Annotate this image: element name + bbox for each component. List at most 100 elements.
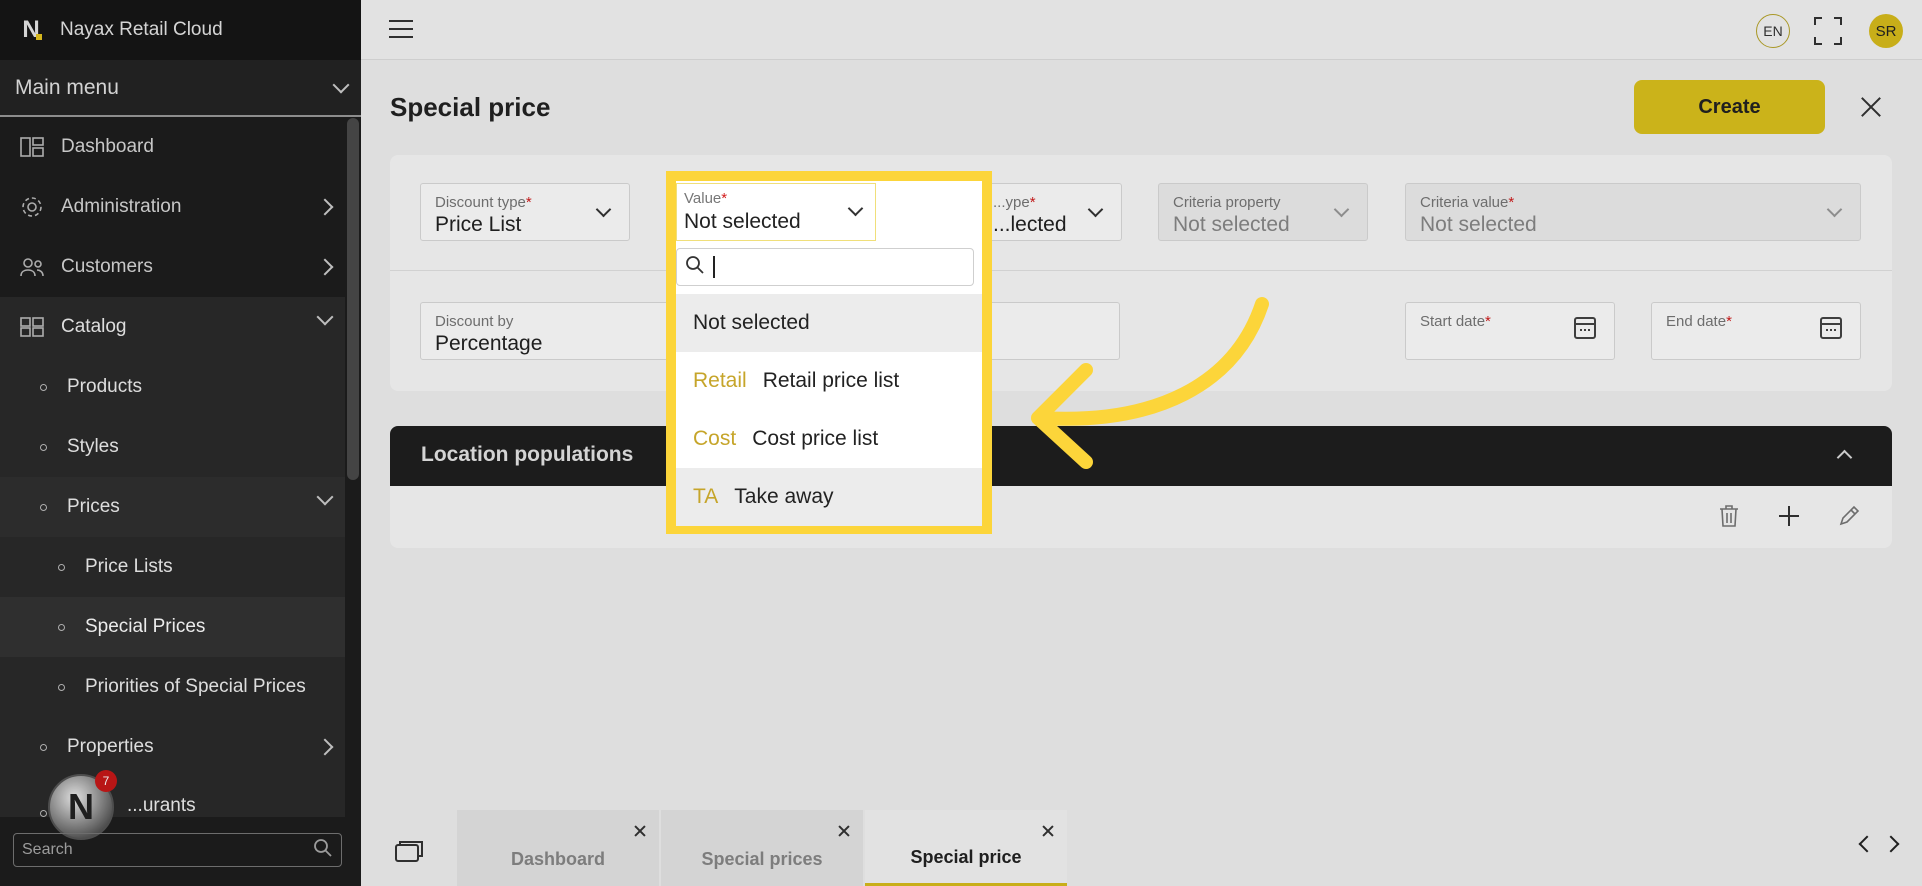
sidebar-item-prices[interactable]: Prices [0,477,345,537]
required-mark: * [1508,194,1515,211]
close-tab-icon[interactable] [1041,824,1055,838]
dropdown-option-not-selected[interactable]: Not selected [676,294,982,352]
tab-label: Special price [910,847,1022,867]
brand: N Nayax Retail Cloud [0,0,361,60]
required-mark: * [1485,313,1491,330]
field-label: Discount type [435,194,526,211]
sidebar-item-price-lists[interactable]: Price Lists [0,537,345,597]
text-caret [713,256,715,278]
dropdown-option-cost[interactable]: Cost Cost price list [676,410,982,468]
tab-label: Special prices [701,848,823,869]
option-code: Cost [693,427,737,450]
add-icon[interactable] [1776,503,1802,529]
sidebar-item-label: Products [67,376,142,397]
tabs-overview-icon[interactable] [395,840,423,862]
search-icon [313,838,333,863]
bullet-icon [40,810,47,817]
sidebar-item-catalog[interactable]: Catalog [0,297,345,357]
dropdown-options: Not selected Retail Retail price list Co… [676,294,982,526]
required-mark: * [1029,194,1036,211]
option-code: TA [693,485,719,508]
sidebar-item-label: Properties [67,736,154,757]
discount-type-select[interactable]: Discount type* Price List [420,183,630,241]
field-label: Value [684,190,722,207]
value-select[interactable]: Value* Not selected [676,183,876,241]
search-icon [685,255,705,280]
sidebar-item-label: Catalog [61,316,127,337]
sidebar-item-label: Administration [61,196,182,217]
hamburger-menu-icon[interactable] [389,20,413,38]
tab-prev-icon[interactable] [1858,835,1876,853]
field-value: Not selected [1420,213,1537,236]
bullet-icon [40,443,47,451]
sidebar-item-administration[interactable]: Administration [0,177,345,237]
sidebar-item-styles[interactable]: Styles [0,417,345,477]
bullet-icon [40,743,47,751]
sidebar-item-properties[interactable]: Properties [0,717,345,777]
tutorial-arrow-icon [1031,297,1269,469]
criteria-property-select[interactable]: Criteria property Not selected [1158,183,1368,241]
sidebar-item-special-prices[interactable]: Special Prices [0,597,345,657]
catalog-icon [19,316,45,338]
field-value: Not selected [1173,213,1290,236]
sidebar-item-label: Priorities of Special Prices [85,676,306,697]
create-button[interactable]: Create [1634,80,1825,134]
app-name: Nayax Retail Cloud [60,19,223,40]
tab-special-prices[interactable]: Special prices [661,810,863,886]
edit-pencil-icon[interactable] [1836,503,1862,529]
trash-icon[interactable] [1716,503,1742,529]
required-mark: * [525,194,532,211]
dropdown-option-take-away[interactable]: TA Take away [676,468,982,526]
calendar-icon[interactable] [1574,317,1596,339]
bullet-icon [58,563,65,571]
sidebar-item-dashboard[interactable]: Dashboard [0,117,345,177]
tab-next-icon[interactable] [1882,835,1900,853]
tab-dashboard[interactable]: Dashboard [457,810,659,886]
chevron-up-icon[interactable] [1836,449,1853,466]
field-value: Price List [435,213,522,236]
start-date-field[interactable]: Start date* [1405,302,1615,360]
main-menu-toggle[interactable]: Main menu [0,60,361,117]
sidebar-item-label: Dashboard [61,136,154,157]
dropdown-option-retail[interactable]: Retail Retail price list [676,352,982,410]
sidebar-scrollbar[interactable] [347,118,359,480]
fullscreen-icon[interactable] [1813,16,1843,46]
sidebar-item-label: Special Prices [85,616,206,637]
option-label: Cost price list [752,427,879,450]
language-switcher[interactable]: EN [1756,14,1790,48]
option-label: Not selected [693,311,810,334]
field-value: Not selected [684,210,801,233]
tab-special-price[interactable]: Special price [865,810,1067,886]
tab-label: Dashboard [510,848,606,869]
criteria-value-select[interactable]: Criteria value* Not selected [1405,183,1861,241]
sidebar-search-input[interactable]: Search [13,833,342,867]
close-tab-icon[interactable] [633,824,647,838]
dropdown-search-input[interactable] [676,248,974,286]
sidebar-item-customers[interactable]: Customers [0,237,345,297]
required-mark: * [1726,313,1732,330]
bullet-icon [40,503,47,511]
calendar-icon[interactable] [1820,317,1842,339]
user-avatar[interactable]: SR [1869,14,1903,48]
end-date-field[interactable]: End date* [1651,302,1861,360]
sidebar-item-label: Styles [67,436,119,457]
sidebar: N Nayax Retail Cloud Main menu Dashboard… [0,0,361,886]
required-mark: * [721,190,728,207]
sidebar-item-products[interactable]: Products [0,357,345,417]
bullet-icon [58,623,65,631]
users-icon [19,256,45,278]
sidebar-item-label: Customers [61,256,153,277]
option-code: Retail [693,369,747,392]
search-placeholder: Search [22,841,73,858]
sidebar-item-label: Prices [67,496,120,517]
option-label: Take away [734,485,834,508]
close-tab-icon[interactable] [837,824,851,838]
field-label: Criteria value [1420,194,1509,211]
sidebar-item-label: Price Lists [85,556,173,577]
bullet-icon [58,683,65,691]
sidebar-item-priorities[interactable]: Priorities of Special Prices [0,657,345,717]
main-menu-title: Main menu [15,75,119,99]
close-icon[interactable] [1858,94,1884,120]
option-label: Retail price list [762,369,900,392]
gear-icon [19,196,45,218]
